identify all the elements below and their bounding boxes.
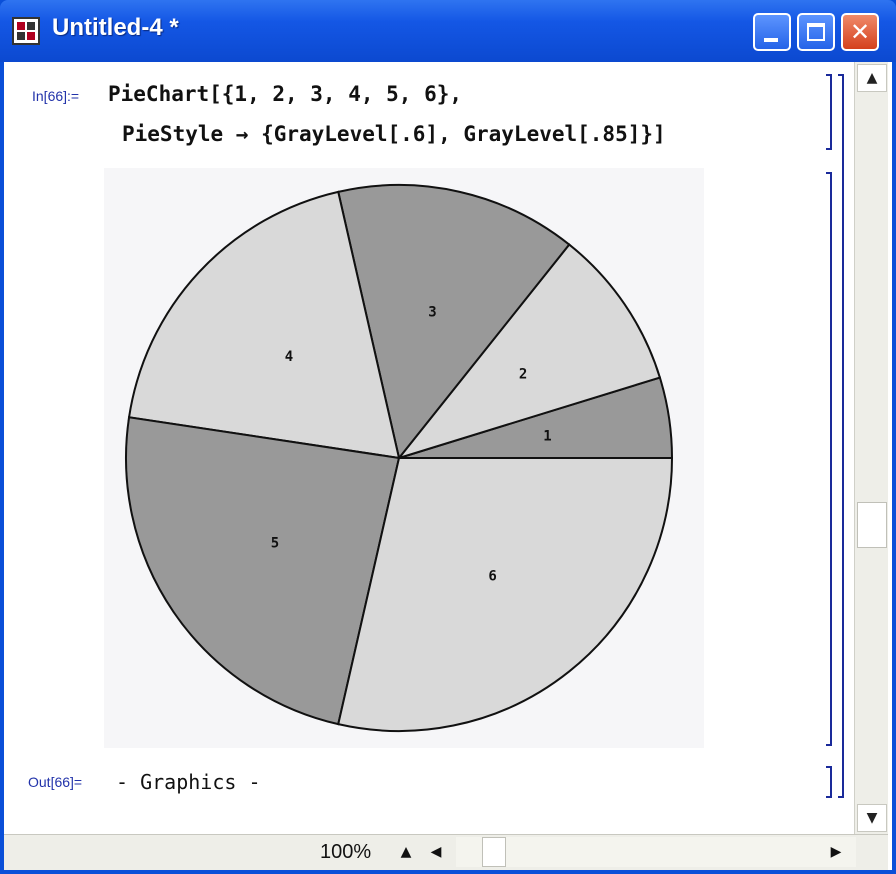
input-code-line-1[interactable]: PieChart[{1, 2, 3, 4, 5, 6}, xyxy=(108,82,462,106)
status-bar: 100% ▲ ◀ ▶ xyxy=(4,834,888,870)
maximize-icon xyxy=(807,23,825,41)
input-code-line-2[interactable]: PieStyle → {GrayLevel[.6], GrayLevel[.85… xyxy=(122,122,666,146)
window-client: In[66]:= PieChart[{1, 2, 3, 4, 5, 6}, Pi… xyxy=(4,62,892,870)
horizontal-scroll-track[interactable] xyxy=(456,837,856,867)
scroll-right-button[interactable]: ▶ xyxy=(822,839,850,865)
notebook-content[interactable]: In[66]:= PieChart[{1, 2, 3, 4, 5, 6}, Pi… xyxy=(4,62,854,834)
vertical-scroll-thumb[interactable] xyxy=(857,502,887,548)
triangle-up-icon: ▲ xyxy=(866,70,878,86)
close-button[interactable]: ✕ xyxy=(841,13,879,51)
input-cell-label: In[66]:= xyxy=(32,88,80,104)
output-graphics-text: - Graphics - xyxy=(116,770,261,794)
triangle-down-icon: ▼ xyxy=(866,810,878,826)
scroll-left-button[interactable]: ◀ xyxy=(422,839,450,865)
pie-chart: 1 2 3 4 5 6 xyxy=(125,184,674,732)
minimize-button[interactable] xyxy=(753,13,791,51)
pie-label-4: 4 xyxy=(285,349,293,365)
pie-label-1: 1 xyxy=(543,429,551,445)
horizontal-scroll-thumb[interactable] xyxy=(482,837,506,867)
window-title: Untitled-4 * xyxy=(52,14,179,41)
scroll-up-button[interactable]: ▲ xyxy=(857,64,887,92)
title-bar[interactable]: Untitled-4 * ✕ xyxy=(0,0,896,62)
close-icon: ✕ xyxy=(849,18,871,46)
zoom-level[interactable]: 100% xyxy=(320,841,371,864)
triangle-left-icon: ◀ xyxy=(430,844,442,860)
mathematica-icon[interactable] xyxy=(12,17,40,45)
maximize-button[interactable] xyxy=(797,13,835,51)
graphics-cell-bracket[interactable] xyxy=(826,172,832,746)
vertical-scrollbar[interactable]: ▲ ▼ xyxy=(854,62,888,834)
plot-area: 1 2 3 4 5 6 xyxy=(104,168,704,748)
triangle-up-icon: ▲ xyxy=(400,844,412,860)
minimize-icon xyxy=(764,38,778,42)
notebook-window: Untitled-4 * ✕ In[66]:= PieChart[{1, 2, … xyxy=(0,0,896,874)
pie-label-6: 6 xyxy=(488,568,496,584)
cell-group-bracket[interactable] xyxy=(838,74,844,798)
triangle-right-icon: ▶ xyxy=(830,844,842,860)
input-cell-bracket[interactable] xyxy=(826,74,832,150)
output-cell-bracket[interactable] xyxy=(826,766,832,798)
scroll-down-button[interactable]: ▼ xyxy=(857,804,887,832)
output-cell-label: Out[66]= xyxy=(28,774,83,790)
pie-label-2: 2 xyxy=(519,366,527,382)
zoom-menu-button[interactable]: ▲ xyxy=(392,839,420,865)
pie-label-5: 5 xyxy=(271,536,279,552)
pie-label-3: 3 xyxy=(428,305,436,321)
